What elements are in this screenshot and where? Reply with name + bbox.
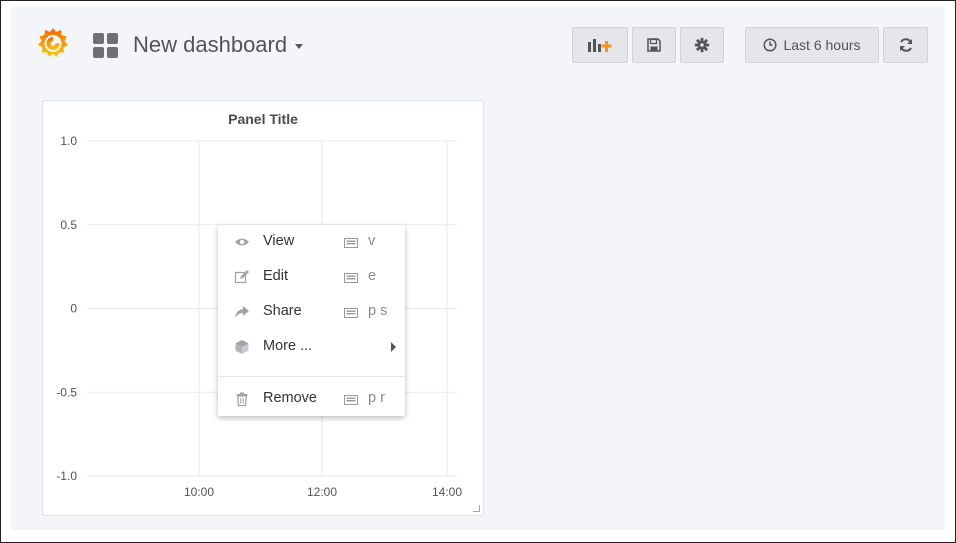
edit-icon — [234, 269, 250, 285]
dashboard-app: New dashboard Last 6 hours Panel Title 1… — [11, 7, 945, 530]
x-tick-label: 14:00 — [432, 485, 462, 499]
y-tick-label: 0.5 — [60, 218, 77, 232]
menu-item-edit[interactable]: Edit e — [218, 260, 405, 294]
menu-item-remove[interactable]: Remove p r — [218, 382, 405, 416]
window-frame: New dashboard Last 6 hours Panel Title 1… — [0, 0, 956, 543]
graph-panel[interactable]: Panel Title 1.0 0.5 0 -0.5 -1.0 10:00 12:00 14:… — [42, 100, 484, 516]
trash-icon — [234, 391, 250, 407]
settings-button[interactable] — [680, 27, 724, 63]
keyboard-icon — [344, 393, 358, 405]
time-range-label: Last 6 hours — [783, 37, 861, 53]
add-panel-icon — [586, 36, 614, 54]
caret-down-icon — [295, 43, 304, 49]
cube-icon — [234, 339, 250, 355]
share-icon — [234, 304, 250, 320]
menu-item-shortcut: p r — [368, 390, 385, 406]
clock-icon — [763, 38, 778, 52]
keyboard-icon — [344, 271, 358, 283]
menu-item-more[interactable]: More ... — [218, 330, 405, 364]
menu-item-label: View — [263, 233, 295, 249]
x-tick-label: 10:00 — [184, 485, 214, 499]
panel-context-menu: View v Edit e Share p s More ... Remove … — [218, 225, 405, 416]
menu-item-shortcut: v — [368, 233, 376, 249]
y-tick-label: 1.0 — [60, 134, 77, 148]
submenu-arrow-icon — [391, 342, 396, 352]
add-panel-button[interactable] — [572, 27, 628, 63]
navbar: New dashboard Last 6 hours — [11, 7, 945, 79]
y-tick-label: -1.0 — [56, 469, 77, 483]
x-tick-label: 12:00 — [307, 485, 337, 499]
keyboard-icon — [344, 306, 358, 318]
dashboard-title: New dashboard — [133, 32, 288, 57]
menu-item-label: Share — [263, 303, 302, 319]
y-tick-label: -0.5 — [56, 385, 77, 399]
menu-item-label: Edit — [263, 268, 288, 284]
menu-item-label: Remove — [263, 390, 317, 406]
menu-item-shortcut: p s — [368, 303, 388, 319]
gear-icon — [694, 37, 710, 53]
dashboard-title-dropdown[interactable]: New dashboard — [133, 31, 304, 61]
refresh-icon — [898, 37, 914, 53]
resize-handle-icon[interactable] — [473, 505, 480, 512]
save-dashboard-button[interactable] — [632, 27, 676, 63]
dashboard-grid-icon[interactable] — [93, 33, 119, 59]
time-range-picker[interactable]: Last 6 hours — [745, 27, 879, 63]
menu-item-share[interactable]: Share p s — [218, 295, 405, 329]
refresh-button[interactable] — [883, 27, 928, 63]
keyboard-icon — [344, 236, 358, 248]
menu-divider — [218, 376, 405, 377]
menu-item-shortcut: e — [368, 268, 377, 284]
save-icon — [646, 37, 662, 53]
eye-icon — [234, 234, 250, 250]
menu-item-view[interactable]: View v — [218, 225, 405, 259]
y-tick-label: 0 — [70, 302, 77, 316]
grafana-logo-icon[interactable] — [35, 25, 71, 61]
menu-item-label: More ... — [263, 338, 313, 354]
